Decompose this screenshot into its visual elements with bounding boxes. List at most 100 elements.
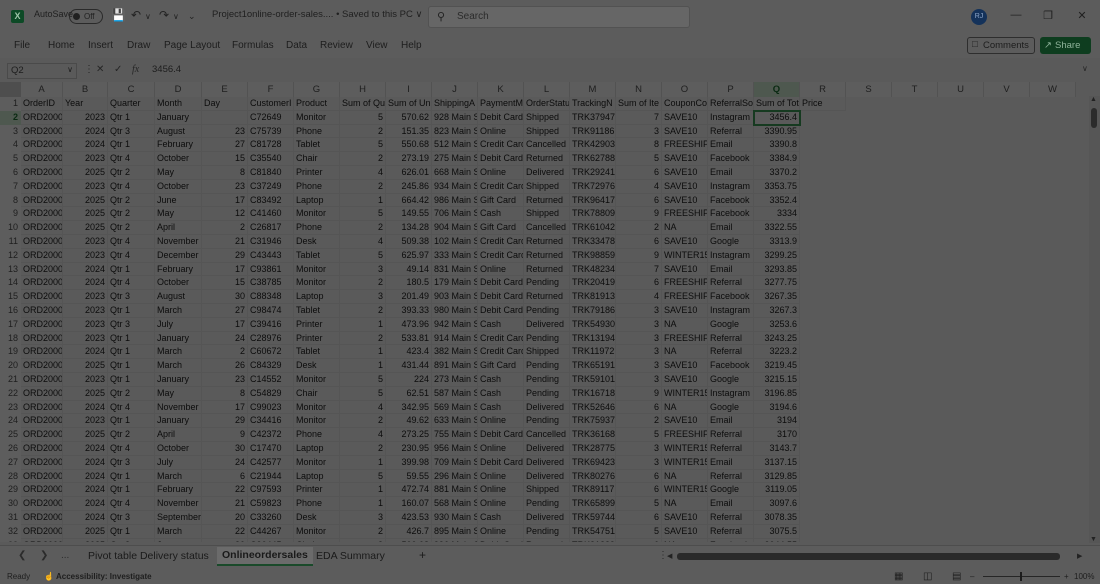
header-cell[interactable]: CouponCo	[662, 97, 708, 111]
table-cell[interactable]: 569 Main S	[432, 400, 478, 415]
table-cell[interactable]: Qtr 2	[108, 207, 155, 222]
table-cell[interactable]: NA	[662, 221, 708, 235]
table-cell[interactable]: 3313.9	[754, 235, 800, 249]
table-cell[interactable]: TRK31239	[570, 538, 616, 542]
table-cell[interactable]: TRK75937	[570, 414, 616, 429]
table-cell[interactable]: Returned	[524, 235, 570, 249]
table-cell[interactable]: Qtr 1	[108, 373, 155, 387]
table-cell[interactable]: October	[155, 179, 202, 194]
table-cell[interactable]: C35540	[248, 152, 294, 166]
table-cell[interactable]: 5	[616, 497, 662, 511]
table-cell[interactable]: WINTER15	[662, 248, 708, 263]
table-cell[interactable]: February	[155, 138, 202, 153]
table-cell[interactable]: Laptop	[294, 193, 340, 208]
undo-icon[interactable]: ↶	[131, 8, 141, 22]
table-cell[interactable]: TRK80276	[570, 469, 616, 484]
table-cell[interactable]: ORD20002	[21, 455, 63, 470]
table-cell[interactable]: 6	[616, 235, 662, 249]
table-cell[interactable]: 934 Main S	[432, 179, 478, 194]
table-cell[interactable]: Monitor	[294, 400, 340, 415]
column-header-g[interactable]: G	[294, 82, 340, 97]
avatar[interactable]: RJ	[971, 9, 987, 25]
tab-eda-summary[interactable]: EDA Summary	[316, 550, 385, 562]
table-cell[interactable]: 2024	[63, 124, 108, 139]
scroll-down-icon[interactable]: ▼	[1090, 536, 1097, 543]
column-header-j[interactable]: J	[432, 82, 478, 97]
table-cell[interactable]: 29	[202, 248, 248, 263]
table-cell[interactable]: 273.19	[386, 152, 432, 166]
table-cell[interactable]: 625.97	[386, 248, 432, 263]
row-header[interactable]: 1	[0, 97, 21, 111]
table-cell[interactable]: 5	[616, 524, 662, 539]
table-cell[interactable]: 5	[616, 428, 662, 442]
table-cell[interactable]: NA	[662, 538, 708, 542]
table-cell[interactable]: SAVE10	[662, 414, 708, 429]
table-cell[interactable]: 3353.75	[754, 179, 800, 194]
next-sheet-icon[interactable]: ❯	[40, 550, 48, 561]
table-cell[interactable]: 59.55	[386, 469, 432, 484]
menu-file[interactable]: File	[14, 40, 30, 51]
row-header[interactable]: 27	[0, 455, 21, 470]
table-cell[interactable]: TRK59744	[570, 511, 616, 525]
table-cell[interactable]: Referral	[708, 331, 754, 346]
table-cell[interactable]: 928 Main S	[432, 110, 478, 125]
table-cell[interactable]: C42372	[248, 428, 294, 442]
row-header[interactable]: 5	[0, 152, 21, 166]
table-cell[interactable]: 1	[340, 345, 386, 360]
table-cell[interactable]: Qtr 3	[108, 455, 155, 470]
table-cell[interactable]: C26445	[248, 538, 294, 542]
table-cell[interactable]: C83492	[248, 193, 294, 208]
table-cell[interactable]: Google	[708, 400, 754, 415]
table-cell[interactable]: 2024	[63, 400, 108, 415]
table-cell[interactable]: Shipped	[524, 124, 570, 139]
table-cell[interactable]: 7	[616, 110, 662, 125]
expand-formula-bar-icon[interactable]: ∨	[1082, 64, 1088, 73]
table-cell[interactable]: 6	[202, 469, 248, 484]
table-cell[interactable]: TRK72976	[570, 179, 616, 194]
table-cell[interactable]: 3	[340, 538, 386, 542]
table-cell[interactable]: 3	[616, 124, 662, 139]
table-cell[interactable]: Pending	[524, 304, 570, 318]
table-cell[interactable]: Cancelled	[524, 138, 570, 153]
minimize-icon[interactable]: —	[1006, 9, 1026, 21]
table-cell[interactable]: C99023	[248, 400, 294, 415]
table-cell[interactable]: Email	[708, 497, 754, 511]
table-cell[interactable]: Credit Card	[478, 248, 524, 263]
table-cell[interactable]: Laptop	[294, 442, 340, 456]
table-cell[interactable]: 3119.05	[754, 483, 800, 498]
table-cell[interactable]: 2025	[63, 524, 108, 539]
table-cell[interactable]: 3390.8	[754, 138, 800, 153]
table-cell[interactable]: Qtr 3	[108, 511, 155, 525]
undo-dropdown-icon[interactable]: ∨	[145, 12, 151, 21]
table-cell[interactable]: Pending	[524, 276, 570, 291]
table-cell[interactable]: Online	[478, 414, 524, 429]
table-cell[interactable]: 21	[202, 235, 248, 249]
table-cell[interactable]: 2024	[63, 483, 108, 498]
table-cell[interactable]: 17	[202, 193, 248, 208]
table-cell[interactable]: Debit Card	[478, 290, 524, 304]
table-cell[interactable]: TRK52646	[570, 400, 616, 415]
table-cell[interactable]: Referral	[708, 524, 754, 539]
table-cell[interactable]: 3370.2	[754, 166, 800, 180]
table-cell[interactable]	[202, 110, 248, 125]
table-cell[interactable]: SAVE10	[662, 124, 708, 139]
row-header[interactable]: 24	[0, 414, 21, 429]
table-cell[interactable]: 895 Main S	[432, 524, 478, 539]
table-cell[interactable]: Facebook	[708, 359, 754, 373]
table-cell[interactable]: C28976	[248, 331, 294, 346]
table-cell[interactable]: NA	[662, 400, 708, 415]
header-cell[interactable]: Sum of Qu	[340, 97, 386, 111]
table-cell[interactable]: SAVE10	[662, 359, 708, 373]
table-cell[interactable]: SAVE10	[662, 110, 708, 125]
table-cell[interactable]: 1	[340, 483, 386, 498]
table-cell[interactable]: TRK98859	[570, 248, 616, 263]
table-cell[interactable]: Email	[708, 414, 754, 429]
table-cell[interactable]: Credit Card	[478, 179, 524, 194]
table-cell[interactable]: Facebook	[708, 193, 754, 208]
table-cell[interactable]: C97593	[248, 483, 294, 498]
table-cell[interactable]: Pending	[524, 386, 570, 401]
table-cell[interactable]: 3215.15	[754, 373, 800, 387]
table-cell[interactable]: 23	[202, 124, 248, 139]
table-cell[interactable]: SAVE10	[662, 511, 708, 525]
column-header-m[interactable]: M	[570, 82, 616, 97]
